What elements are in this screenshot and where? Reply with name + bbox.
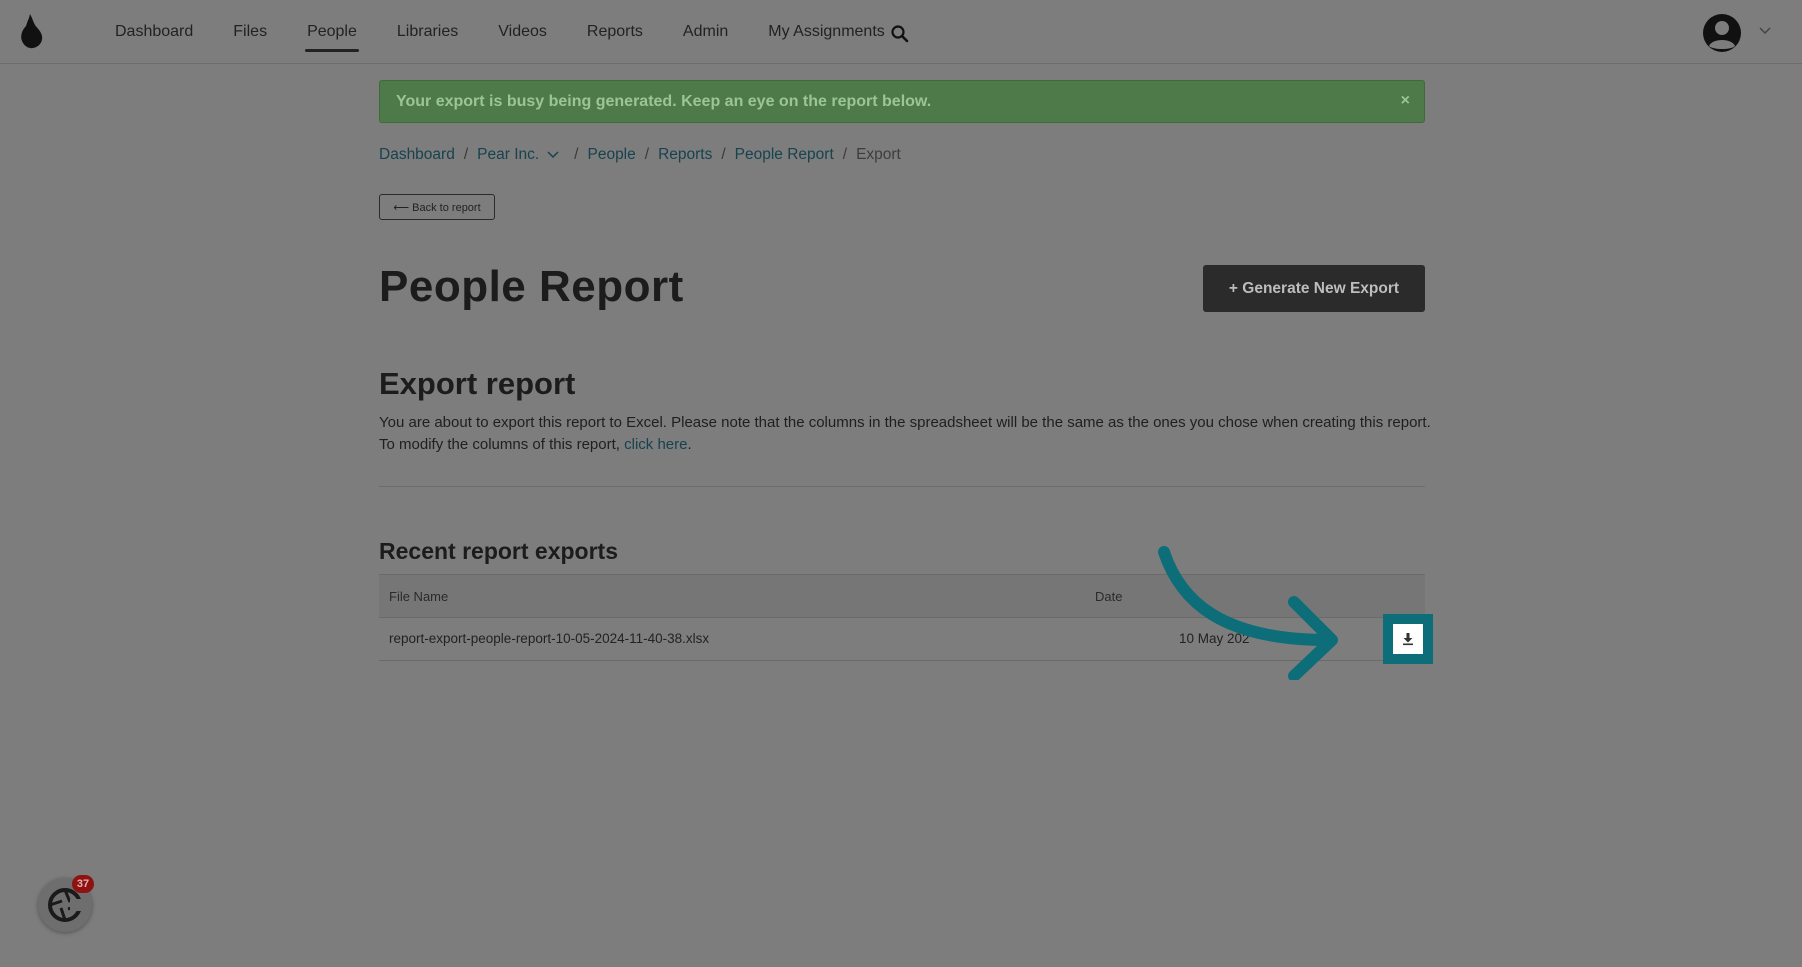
export-description: You are about to export this report to E… [379,412,1439,456]
page-title: People Report [379,262,684,311]
breadcrumb-people-report[interactable]: People Report [735,146,834,164]
download-icon-frame [1393,624,1423,654]
nav-libraries[interactable]: Libraries [397,0,458,64]
generate-new-export-button[interactable]: + Generate New Export [1203,265,1425,312]
breadcrumb-dashboard[interactable]: Dashboard [379,146,455,164]
back-to-report-button[interactable]: ⟵ Back to report [379,194,495,220]
export-description-line1: You are about to export this report to E… [379,414,1431,431]
nav-my-assignments[interactable]: My Assignments [768,0,884,64]
export-description-prefix: To modify the columns of this report, [379,436,620,453]
row-file-name: report-export-people-report-10-05-2024-1… [389,631,710,646]
top-navigation: Dashboard Files People Libraries Videos … [0,0,1802,64]
guide-arrow-icon [1158,546,1338,680]
breadcrumb-separator: / [574,146,579,163]
breadcrumb-separator: / [644,146,650,163]
chevron-down-icon[interactable] [547,151,559,159]
export-description-suffix: . [687,436,692,453]
nav-dashboard[interactable]: Dashboard [115,0,193,64]
breadcrumb-current: Export [856,146,901,163]
search-icon[interactable] [890,24,910,44]
download-icon [1403,633,1413,646]
alert-message: Your export is busy being generated. Kee… [396,92,932,110]
breadcrumb-reports[interactable]: Reports [658,146,712,164]
export-section-title: Export report [379,366,576,401]
section-divider [379,486,1425,487]
breadcrumb: Dashboard / Pear Inc. / People / Reports… [379,146,901,164]
column-header-date: Date [1095,589,1123,604]
alert-close-button[interactable]: × [1401,92,1410,110]
nav-admin[interactable]: Admin [683,0,728,64]
nav-reports[interactable]: Reports [587,0,643,64]
nav-files[interactable]: Files [233,0,267,64]
export-alert: Your export is busy being generated. Kee… [379,80,1425,123]
chevron-down-icon[interactable] [1758,26,1772,36]
download-export-button[interactable] [1383,614,1433,664]
pear-logo-icon[interactable] [18,14,46,50]
export-description-line2: To modify the columns of this report, cl… [379,434,1439,456]
column-header-file-name: File Name [389,589,449,604]
breadcrumb-separator: / [721,146,726,163]
notification-badge: 37 [72,875,94,893]
breadcrumb-organization[interactable]: Pear Inc. [477,146,539,164]
user-avatar-icon[interactable] [1702,13,1742,53]
breadcrumb-separator: / [463,146,469,163]
breadcrumb-people[interactable]: People [587,146,635,164]
recent-exports-title: Recent report exports [379,538,619,564]
breadcrumb-separator: / [842,146,848,163]
nav-videos[interactable]: Videos [498,0,547,64]
main-nav: Dashboard Files People Libraries Videos … [115,0,925,64]
modify-columns-link[interactable]: click here [624,436,687,453]
nav-people[interactable]: People [305,0,359,64]
